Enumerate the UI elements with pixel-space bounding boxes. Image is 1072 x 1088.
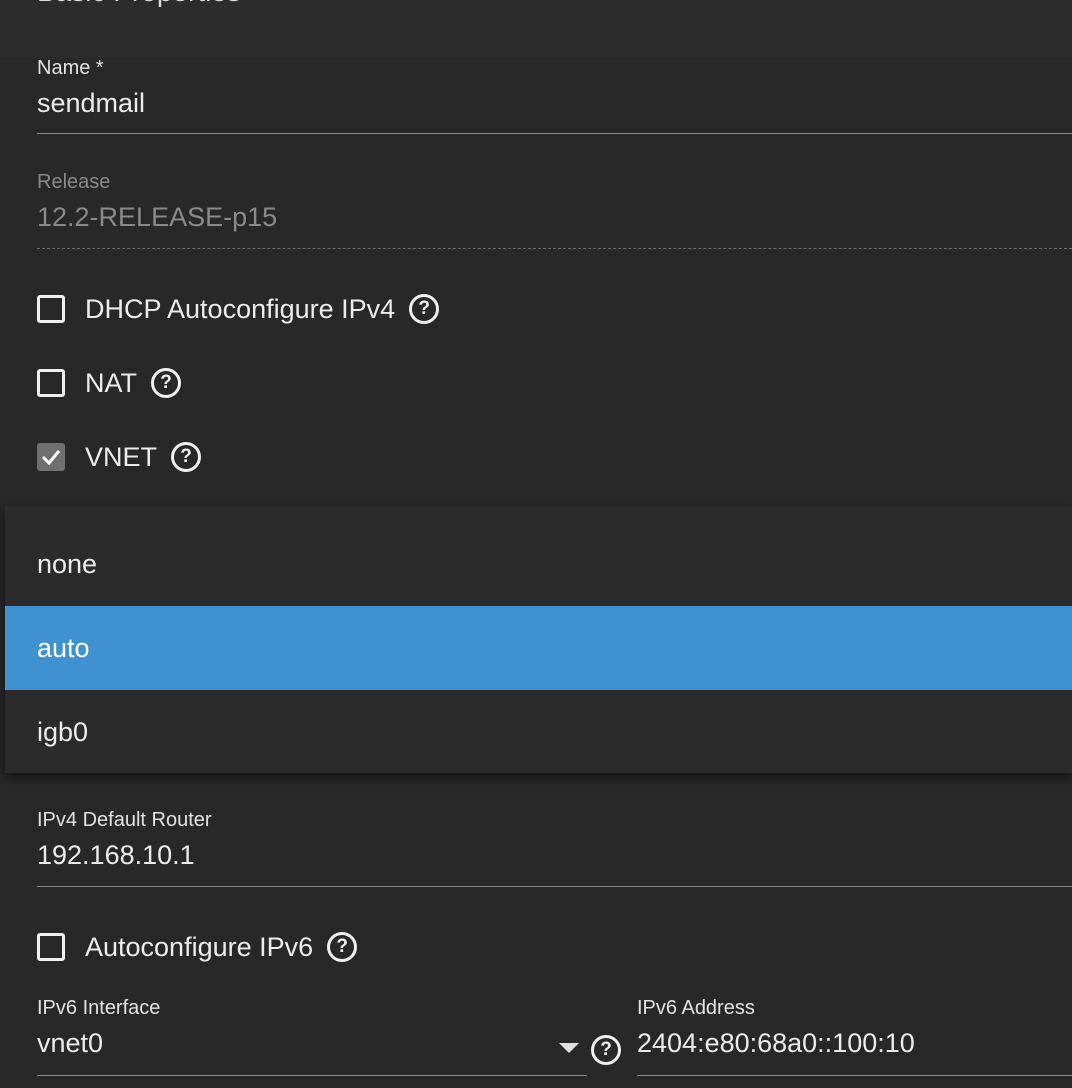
name-field[interactable]: Name * sendmail: [37, 57, 1072, 135]
ipv6-interface-value[interactable]: vnet0: [37, 1028, 587, 1059]
dropdown-option-igb0[interactable]: igb0: [5, 690, 1072, 774]
name-input[interactable]: sendmail: [37, 88, 1072, 119]
ipv4-default-router-label: IPv4 Default Router: [37, 809, 212, 831]
nat-row: NAT ?: [37, 366, 181, 400]
help-circle-icon[interactable]: ?: [151, 368, 181, 398]
vnet-label[interactable]: VNET: [85, 442, 157, 473]
autoconfigure-ipv6-checkbox[interactable]: [37, 933, 65, 961]
caret-down-icon[interactable]: [559, 1043, 579, 1053]
autoconfigure-ipv6-label[interactable]: Autoconfigure IPv6: [85, 932, 313, 963]
help-circle-icon[interactable]: ?: [327, 932, 358, 962]
help-circle-icon[interactable]: ?: [591, 1035, 621, 1065]
name-label: Name *: [37, 57, 104, 79]
ipv6-interface-label: IPv6 Interface: [37, 997, 161, 1019]
autoconfigure-ipv6-row: Autoconfigure IPv6 ?: [37, 930, 358, 964]
dropdown-option-none[interactable]: none: [5, 522, 1072, 606]
help-circle-icon[interactable]: ?: [171, 442, 202, 472]
release-field: Release 12.2-RELEASE-p15: [37, 171, 1072, 249]
nat-checkbox[interactable]: [37, 369, 65, 397]
dhcp-autoconfigure-ipv4-checkbox[interactable]: [37, 295, 65, 323]
release-label: Release: [37, 171, 111, 193]
dropdown-option-auto[interactable]: auto: [5, 606, 1072, 690]
dhcp-autoconfigure-ipv4-label[interactable]: DHCP Autoconfigure IPv4: [85, 294, 395, 325]
ipv6-address-underline: [637, 1075, 1072, 1076]
ipv4-default-router-field[interactable]: IPv4 Default Router 192.168.10.1: [37, 809, 1072, 887]
section-header: Basic Properties: [0, 0, 1072, 58]
ipv6-address-field[interactable]: IPv6 Address 2404:e80:68a0::100:10: [637, 997, 1072, 1077]
release-underline: [37, 248, 1072, 249]
ipv4-default-router-underline: [37, 886, 1072, 887]
name-underline: [37, 133, 1072, 134]
ipv4-default-router-input[interactable]: 192.168.10.1: [37, 840, 1072, 871]
jail-edit-form: Basic Properties Name * sendmail Release…: [0, 0, 1072, 1088]
release-input: 12.2-RELEASE-p15: [37, 202, 278, 232]
help-circle-icon[interactable]: ?: [409, 294, 440, 324]
ipv6-interface-underline: [37, 1075, 587, 1076]
checkmark-icon: [41, 450, 61, 466]
ipv6-interface-select[interactable]: IPv6 Interface vnet0: [37, 997, 587, 1077]
vnet-checkbox[interactable]: [37, 443, 65, 471]
vnet-row: VNET ?: [37, 440, 202, 474]
nat-label[interactable]: NAT: [85, 368, 137, 399]
section-title: Basic Properties: [37, 0, 241, 8]
dhcp-autoconfigure-ipv4-row: DHCP Autoconfigure IPv4 ?: [37, 292, 440, 326]
interfaces-dropdown-panel: none auto igb0: [5, 506, 1072, 773]
ipv6-address-label: IPv6 Address: [637, 997, 755, 1019]
ipv6-address-input[interactable]: 2404:e80:68a0::100:10: [637, 1028, 1072, 1059]
